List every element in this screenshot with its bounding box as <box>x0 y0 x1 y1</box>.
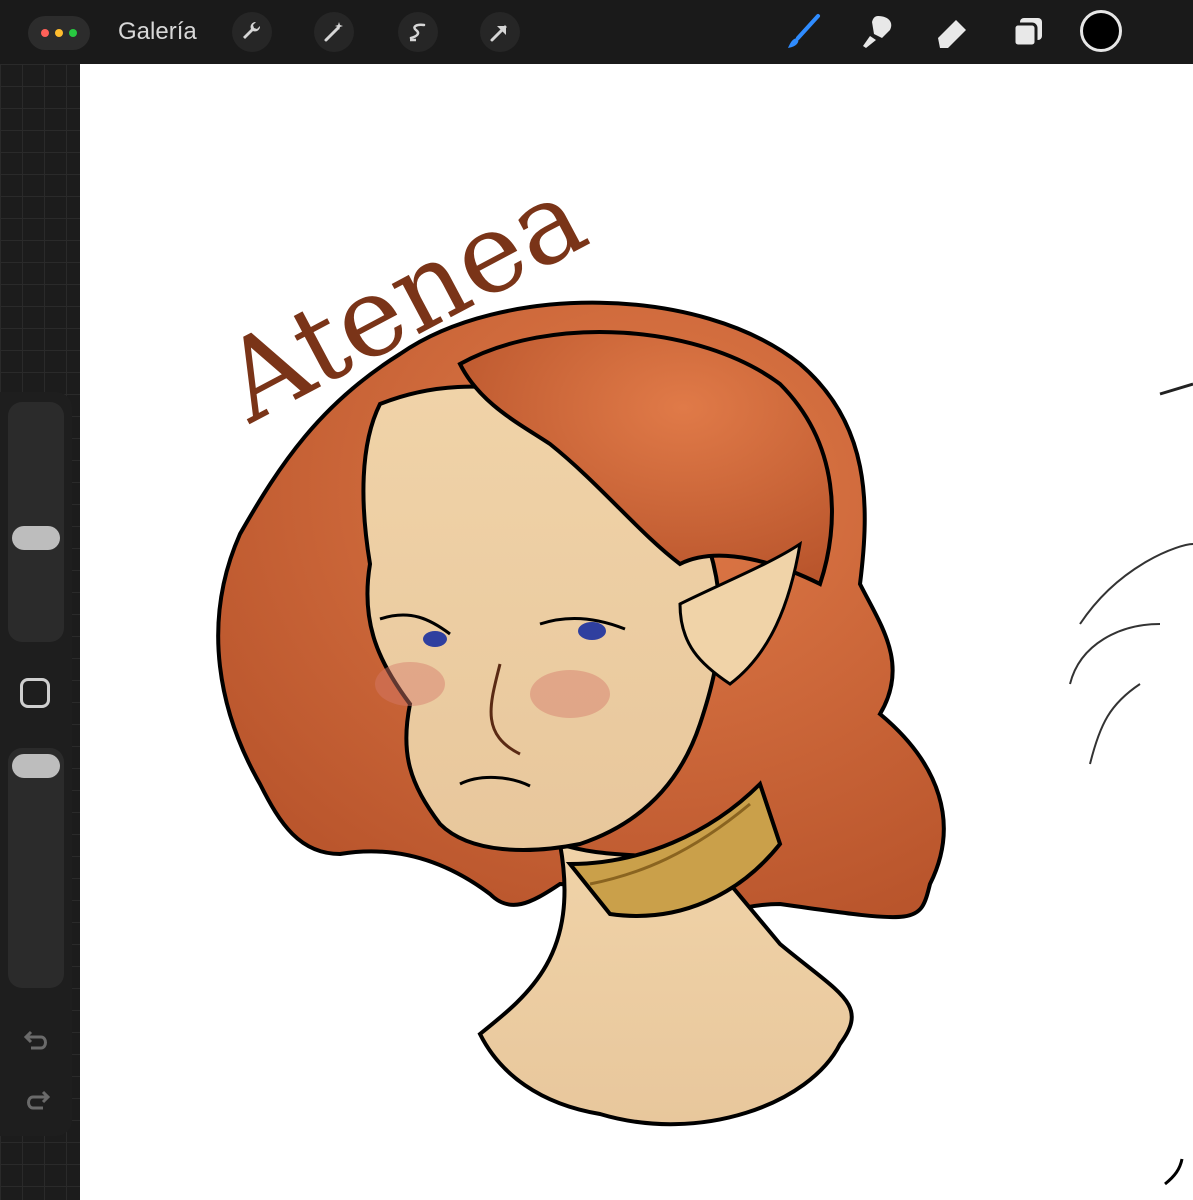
brush-size-slider[interactable] <box>8 402 64 642</box>
selection-icon[interactable] <box>398 12 438 52</box>
brush-icon[interactable] <box>782 10 826 54</box>
minimize-dot-icon[interactable] <box>55 29 63 37</box>
color-picker-button[interactable] <box>1080 10 1122 52</box>
modify-square-icon[interactable] <box>20 678 50 708</box>
opacity-thumb[interactable] <box>12 754 60 778</box>
smudge-icon[interactable] <box>856 10 900 54</box>
top-toolbar: Galería <box>0 0 1193 64</box>
close-dot-icon[interactable] <box>41 29 49 37</box>
window-controls[interactable] <box>28 16 90 50</box>
transform-arrow-icon[interactable] <box>480 12 520 52</box>
undo-icon[interactable] <box>18 1022 56 1058</box>
drawing-canvas[interactable]: Atenea <box>80 64 1193 1200</box>
layers-icon[interactable] <box>1006 10 1050 54</box>
redo-icon[interactable] <box>18 1082 56 1118</box>
gallery-button[interactable]: Galería <box>118 18 197 46</box>
eraser-icon[interactable] <box>930 10 974 54</box>
opacity-slider[interactable] <box>8 748 64 988</box>
sidebar <box>0 392 72 1136</box>
brush-size-thumb[interactable] <box>12 526 60 550</box>
wrench-icon[interactable] <box>232 12 272 52</box>
magic-wand-icon[interactable] <box>314 12 354 52</box>
zoom-dot-icon[interactable] <box>69 29 77 37</box>
artwork: Atenea <box>201 152 1193 1186</box>
